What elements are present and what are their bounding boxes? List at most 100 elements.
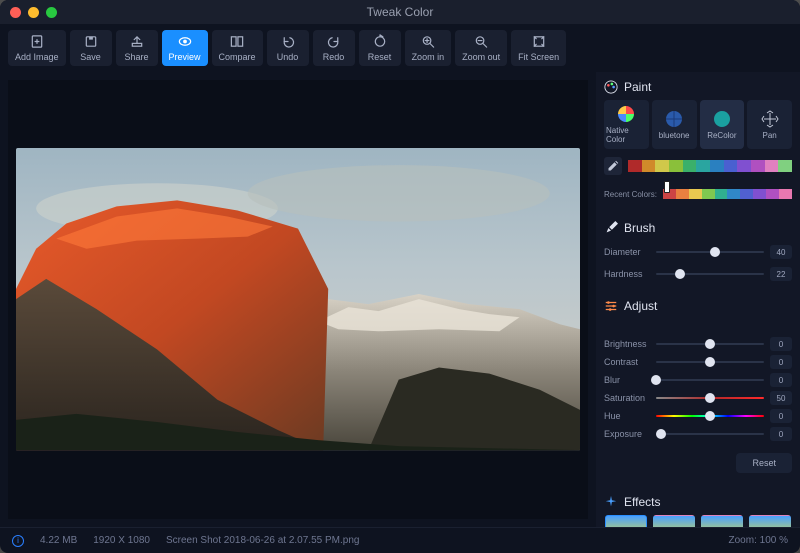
recent-color-swatches[interactable] [663,189,792,199]
blur-slider[interactable] [656,379,764,381]
pan-tab[interactable]: Pan [747,100,792,149]
close-window-button[interactable] [10,7,21,18]
brightness-slider-label: Brightness [604,339,650,349]
sliders-icon [604,299,618,313]
recent-swatch[interactable] [689,189,702,199]
hue-slider[interactable] [656,415,764,417]
share-button[interactable]: Share [116,30,158,66]
hue-slider-label: Hue [604,411,650,421]
recent-swatch[interactable] [702,189,715,199]
exposure-slider[interactable] [656,433,764,435]
diameter-label: Diameter [604,247,650,257]
recent-colors-row: Recent Colors: [604,189,792,199]
brush-section-title: Brush [604,221,792,235]
recent-swatch[interactable] [676,189,689,199]
zoom-out-button[interactable]: Zoom out [455,30,507,66]
eyedropper-button[interactable] [604,157,622,175]
adjust-reset-button[interactable]: Reset [736,453,792,473]
recent-swatch[interactable] [715,189,728,199]
fit-screen-button[interactable]: Fit Screen [511,30,566,66]
effect-none[interactable]: None [604,515,648,527]
contrast-slider-value: 0 [770,355,792,369]
canvas-area [0,72,596,527]
add-image-button[interactable]: Add Image [8,30,66,66]
minimize-window-button[interactable] [28,7,39,18]
maximize-window-button[interactable] [46,7,57,18]
toolbar-label: Add Image [15,52,59,62]
hardness-label: Hardness [604,269,650,279]
brightness-slider-value: 0 [770,337,792,351]
color-swatch[interactable] [737,160,751,172]
sparkle-icon [604,495,618,509]
bluetone-tab[interactable]: bluetone [652,100,697,149]
hue-slider-value: 0 [770,409,792,423]
saturation-slider-label: Saturation [604,393,650,403]
color-swatch[interactable] [778,160,792,172]
eyedropper-icon [607,160,619,172]
effect-thumbnail [605,515,647,527]
undo-button[interactable]: Undo [267,30,309,66]
status-zoom: Zoom: 100 % [729,535,788,546]
exposure-slider-value: 0 [770,427,792,441]
color-swatch[interactable] [642,160,656,172]
document-image [16,148,580,450]
effect-hard-light[interactable]: Hard Light [748,515,792,527]
zoom-in-button[interactable]: Zoom in [405,30,452,66]
compare-button[interactable]: Compare [212,30,263,66]
color-swatch[interactable] [628,160,642,172]
color-swatch[interactable] [655,160,669,172]
color-swatch[interactable] [683,160,697,172]
fit-icon [531,34,547,49]
reset-button[interactable]: Reset [359,30,401,66]
redo-button[interactable]: Redo [313,30,355,66]
brightness-slider[interactable] [656,343,764,345]
effects-section-title: Effects [604,495,792,509]
recent-swatch[interactable] [779,189,792,199]
toolbar-label: Undo [277,52,299,62]
native-color-tab[interactable]: Native Color [604,100,649,149]
color-swatch[interactable] [669,160,683,172]
undo-icon [280,34,296,49]
contrast-slider-label: Contrast [604,357,650,367]
effect-dreamy[interactable]: Dreamy [700,515,744,527]
color-swatch[interactable] [710,160,724,172]
exposure-slider-label: Exposure [604,429,650,439]
color-swatch[interactable] [696,160,710,172]
color-swatch[interactable] [765,160,779,172]
status-file-size: 4.22 MB [40,535,77,546]
effect-soft[interactable]: Soft [652,515,696,527]
effect-thumbnail [653,515,695,527]
color-swatch[interactable] [724,160,738,172]
toolbar-label: Save [80,52,101,62]
hardness-slider[interactable] [656,273,764,275]
color-swatch[interactable] [751,160,765,172]
saturation-slider[interactable] [656,397,764,399]
blur-slider-value: 0 [770,373,792,387]
contrast-slider[interactable] [656,361,764,363]
recolor-tab[interactable]: ReColor [700,100,745,149]
compare-icon [229,34,245,49]
recent-swatch[interactable] [740,189,753,199]
window-title: Tweak Color [0,5,800,19]
toolbar-label: Reset [368,52,392,62]
toolbar-label: Share [125,52,149,62]
recent-swatch[interactable] [727,189,740,199]
palette-icon [604,80,618,94]
blur-slider-label: Blur [604,375,650,385]
recent-swatch[interactable] [766,189,779,199]
paint-mode-tabs: Native ColorbluetoneReColorPan [604,100,792,149]
diameter-slider[interactable] [656,251,764,253]
recent-swatch[interactable] [753,189,766,199]
adjust-section-title: Adjust [604,299,792,313]
toolbar-label: Compare [219,52,256,62]
info-icon: i [12,535,24,547]
main-toolbar: Add Image Save Share Preview Compare Undo Redo… [0,24,800,72]
preview-button[interactable]: Preview [162,30,208,66]
color-swatches[interactable] [628,160,792,172]
image-canvas[interactable] [8,80,588,519]
save-button[interactable]: Save [70,30,112,66]
paint-section-title: Paint [604,80,792,94]
effects-list: None Soft Dreamy Hard Light [604,515,792,527]
toolbar-label: Fit Screen [518,52,559,62]
status-bar: i 4.22 MB 1920 X 1080 Screen Shot 2018-0… [0,527,800,553]
